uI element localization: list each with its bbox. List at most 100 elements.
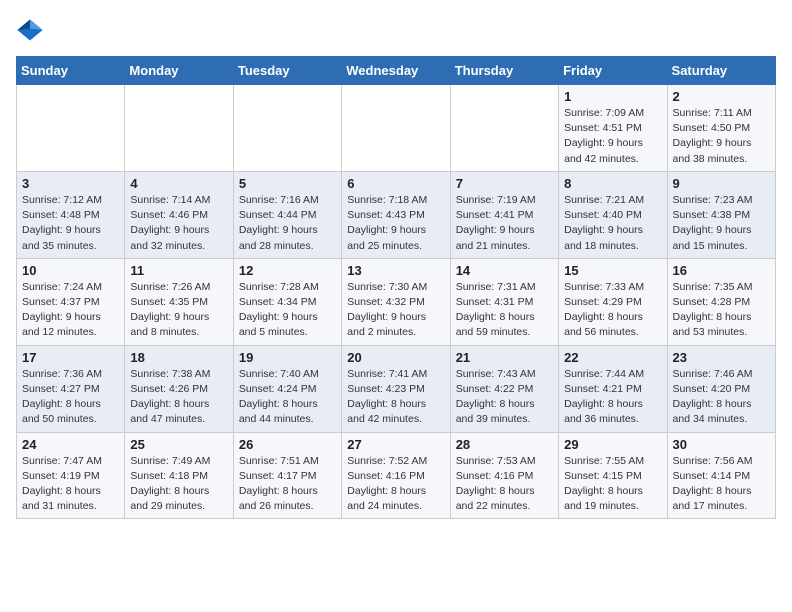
logo: [16, 16, 48, 44]
day-number: 5: [239, 176, 336, 191]
day-number: 15: [564, 263, 661, 278]
day-number: 17: [22, 350, 119, 365]
day-info: Sunrise: 7:14 AMSunset: 4:46 PMDaylight:…: [130, 193, 227, 254]
day-number: 9: [673, 176, 770, 191]
calendar-cell: 29Sunrise: 7:55 AMSunset: 4:15 PMDayligh…: [559, 432, 667, 519]
calendar-cell: [342, 85, 450, 172]
day-number: 26: [239, 437, 336, 452]
day-info: Sunrise: 7:47 AMSunset: 4:19 PMDaylight:…: [22, 454, 119, 515]
day-number: 3: [22, 176, 119, 191]
day-info: Sunrise: 7:44 AMSunset: 4:21 PMDaylight:…: [564, 367, 661, 428]
day-info: Sunrise: 7:12 AMSunset: 4:48 PMDaylight:…: [22, 193, 119, 254]
calendar-table: SundayMondayTuesdayWednesdayThursdayFrid…: [16, 56, 776, 519]
column-header-friday: Friday: [559, 57, 667, 85]
day-info: Sunrise: 7:24 AMSunset: 4:37 PMDaylight:…: [22, 280, 119, 341]
calendar-cell: 5 Sunrise: 7:16 AMSunset: 4:44 PMDaylight…: [233, 171, 341, 258]
day-number: 25: [130, 437, 227, 452]
day-info: Sunrise: 7:41 AMSunset: 4:23 PMDaylight:…: [347, 367, 444, 428]
calendar-header-row: SundayMondayTuesdayWednesdayThursdayFrid…: [17, 57, 776, 85]
calendar-cell: [125, 85, 233, 172]
day-number: 4: [130, 176, 227, 191]
logo-icon: [16, 16, 44, 44]
day-number: 22: [564, 350, 661, 365]
day-number: 18: [130, 350, 227, 365]
calendar-cell: 15 Sunrise: 7:33 AMSunset: 4:29 PMDayligh…: [559, 258, 667, 345]
calendar-cell: 13 Sunrise: 7:30 AMSunset: 4:32 PMDayligh…: [342, 258, 450, 345]
day-number: 11: [130, 263, 227, 278]
day-number: 21: [456, 350, 553, 365]
day-number: 2: [673, 89, 770, 104]
column-header-saturday: Saturday: [667, 57, 775, 85]
calendar-cell: 21 Sunrise: 7:43 AMSunset: 4:22 PMDayligh…: [450, 345, 558, 432]
calendar-cell: 10 Sunrise: 7:24 AMSunset: 4:37 PMDayligh…: [17, 258, 125, 345]
day-number: 8: [564, 176, 661, 191]
day-number: 10: [22, 263, 119, 278]
day-info: Sunrise: 7:26 AMSunset: 4:35 PMDaylight:…: [130, 280, 227, 341]
day-info: Sunrise: 7:49 AMSunset: 4:18 PMDaylight:…: [130, 454, 227, 515]
day-info: Sunrise: 7:19 AMSunset: 4:41 PMDaylight:…: [456, 193, 553, 254]
calendar-cell: 9 Sunrise: 7:23 AMSunset: 4:38 PMDaylight…: [667, 171, 775, 258]
calendar-week-row: 24Sunrise: 7:47 AMSunset: 4:19 PMDayligh…: [17, 432, 776, 519]
calendar-cell: 20 Sunrise: 7:41 AMSunset: 4:23 PMDayligh…: [342, 345, 450, 432]
calendar-cell: 7 Sunrise: 7:19 AMSunset: 4:41 PMDaylight…: [450, 171, 558, 258]
day-number: 16: [673, 263, 770, 278]
day-number: 19: [239, 350, 336, 365]
calendar-cell: 14 Sunrise: 7:31 AMSunset: 4:31 PMDayligh…: [450, 258, 558, 345]
calendar-week-row: 3 Sunrise: 7:12 AMSunset: 4:48 PMDaylight…: [17, 171, 776, 258]
column-header-wednesday: Wednesday: [342, 57, 450, 85]
day-number: 28: [456, 437, 553, 452]
column-header-sunday: Sunday: [17, 57, 125, 85]
day-info: Sunrise: 7:56 AMSunset: 4:14 PMDaylight:…: [673, 454, 770, 515]
calendar-cell: 28 Sunrise: 7:53 AMSunset: 4:16 PMDayligh…: [450, 432, 558, 519]
calendar-week-row: 17 Sunrise: 7:36 AMSunset: 4:27 PMDayligh…: [17, 345, 776, 432]
day-info: Sunrise: 7:52 AMSunset: 4:16 PMDaylight:…: [347, 454, 444, 515]
calendar-cell: 24Sunrise: 7:47 AMSunset: 4:19 PMDayligh…: [17, 432, 125, 519]
day-info: Sunrise: 7:38 AMSunset: 4:26 PMDaylight:…: [130, 367, 227, 428]
day-number: 7: [456, 176, 553, 191]
day-info: Sunrise: 7:31 AMSunset: 4:31 PMDaylight:…: [456, 280, 553, 341]
calendar-week-row: 10 Sunrise: 7:24 AMSunset: 4:37 PMDayligh…: [17, 258, 776, 345]
calendar-cell: 26 Sunrise: 7:51 AMSunset: 4:17 PMDayligh…: [233, 432, 341, 519]
day-number: 12: [239, 263, 336, 278]
day-info: Sunrise: 7:30 AMSunset: 4:32 PMDaylight:…: [347, 280, 444, 341]
calendar-cell: 4 Sunrise: 7:14 AMSunset: 4:46 PMDaylight…: [125, 171, 233, 258]
calendar-cell: 16 Sunrise: 7:35 AMSunset: 4:28 PMDayligh…: [667, 258, 775, 345]
calendar-cell: [450, 85, 558, 172]
day-info: Sunrise: 7:16 AMSunset: 4:44 PMDaylight:…: [239, 193, 336, 254]
day-info: Sunrise: 7:35 AMSunset: 4:28 PMDaylight:…: [673, 280, 770, 341]
day-info: Sunrise: 7:53 AMSunset: 4:16 PMDaylight:…: [456, 454, 553, 515]
calendar-cell: 18 Sunrise: 7:38 AMSunset: 4:26 PMDayligh…: [125, 345, 233, 432]
day-info: Sunrise: 7:21 AMSunset: 4:40 PMDaylight:…: [564, 193, 661, 254]
page-header: [16, 16, 776, 44]
calendar-cell: 2 Sunrise: 7:11 AMSunset: 4:50 PMDaylight…: [667, 85, 775, 172]
column-header-monday: Monday: [125, 57, 233, 85]
day-info: Sunrise: 7:36 AMSunset: 4:27 PMDaylight:…: [22, 367, 119, 428]
day-number: 13: [347, 263, 444, 278]
calendar-cell: 17 Sunrise: 7:36 AMSunset: 4:27 PMDayligh…: [17, 345, 125, 432]
calendar-cell: 1Sunrise: 7:09 AMSunset: 4:51 PMDaylight…: [559, 85, 667, 172]
calendar-cell: 23Sunrise: 7:46 AMSunset: 4:20 PMDayligh…: [667, 345, 775, 432]
day-info: Sunrise: 7:40 AMSunset: 4:24 PMDaylight:…: [239, 367, 336, 428]
day-number: 20: [347, 350, 444, 365]
day-info: Sunrise: 7:18 AMSunset: 4:43 PMDaylight:…: [347, 193, 444, 254]
day-number: 14: [456, 263, 553, 278]
day-info: Sunrise: 7:23 AMSunset: 4:38 PMDaylight:…: [673, 193, 770, 254]
calendar-cell: 30Sunrise: 7:56 AMSunset: 4:14 PMDayligh…: [667, 432, 775, 519]
calendar-cell: 8 Sunrise: 7:21 AMSunset: 4:40 PMDaylight…: [559, 171, 667, 258]
calendar-cell: 27Sunrise: 7:52 AMSunset: 4:16 PMDayligh…: [342, 432, 450, 519]
calendar-cell: [233, 85, 341, 172]
day-info: Sunrise: 7:11 AMSunset: 4:50 PMDaylight:…: [673, 106, 770, 167]
column-header-tuesday: Tuesday: [233, 57, 341, 85]
calendar-cell: 25 Sunrise: 7:49 AMSunset: 4:18 PMDayligh…: [125, 432, 233, 519]
calendar-cell: 12Sunrise: 7:28 AMSunset: 4:34 PMDayligh…: [233, 258, 341, 345]
calendar-cell: [17, 85, 125, 172]
calendar-cell: 22 Sunrise: 7:44 AMSunset: 4:21 PMDayligh…: [559, 345, 667, 432]
day-number: 1: [564, 89, 661, 104]
day-info: Sunrise: 7:51 AMSunset: 4:17 PMDaylight:…: [239, 454, 336, 515]
calendar-week-row: 1Sunrise: 7:09 AMSunset: 4:51 PMDaylight…: [17, 85, 776, 172]
column-header-thursday: Thursday: [450, 57, 558, 85]
calendar-cell: 3 Sunrise: 7:12 AMSunset: 4:48 PMDaylight…: [17, 171, 125, 258]
day-number: 29: [564, 437, 661, 452]
day-info: Sunrise: 7:33 AMSunset: 4:29 PMDaylight:…: [564, 280, 661, 341]
day-info: Sunrise: 7:43 AMSunset: 4:22 PMDaylight:…: [456, 367, 553, 428]
